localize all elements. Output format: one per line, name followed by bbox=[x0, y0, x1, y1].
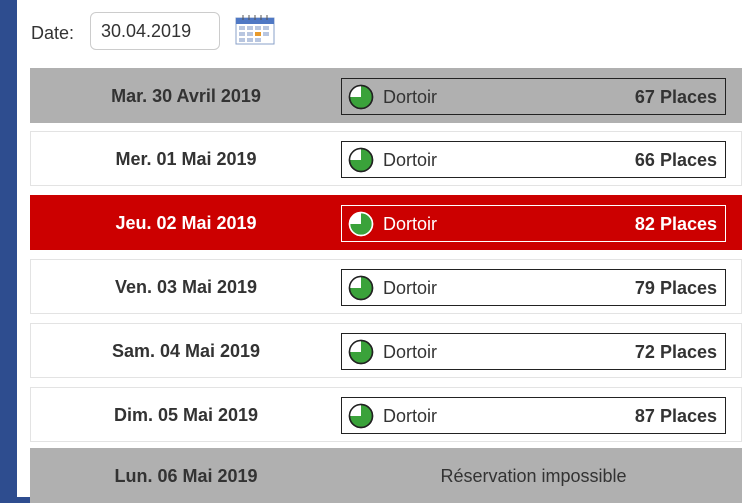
availability-row[interactable]: Mar. 30 Avril 2019 Dortoir 67 Places bbox=[30, 68, 742, 123]
row-date: Dim. 05 Mai 2019 bbox=[113, 405, 259, 425]
dortoir-option-button[interactable]: Dortoir 72 Places bbox=[341, 333, 726, 370]
availability-pie-icon bbox=[348, 275, 374, 301]
availability-row[interactable]: Dim. 05 Mai 2019 Dortoir 87 Places bbox=[30, 387, 742, 442]
availability-pie-icon bbox=[348, 147, 374, 173]
row-date: Mer. 01 Mai 2019 bbox=[115, 149, 257, 169]
dortoir-option-button[interactable]: Dortoir 87 Places bbox=[341, 397, 726, 434]
row-date: Ven. 03 Mai 2019 bbox=[114, 277, 258, 297]
places-count: 66 Places bbox=[634, 150, 717, 170]
row-date: Jeu. 02 Mai 2019 bbox=[115, 213, 257, 233]
places-count: 82 Places bbox=[634, 214, 717, 234]
room-type-label: Dortoir bbox=[383, 342, 438, 362]
availability-pie-icon bbox=[348, 339, 374, 365]
date-input[interactable]: 30.04.2019 bbox=[90, 12, 220, 50]
dortoir-option-button[interactable]: Dortoir 79 Places bbox=[341, 269, 726, 306]
availability-row[interactable]: Mer. 01 Mai 2019 Dortoir 66 Places bbox=[30, 131, 742, 186]
room-type-label: Dortoir bbox=[383, 150, 438, 170]
dortoir-option-button[interactable]: Dortoir 67 Places bbox=[341, 78, 726, 115]
room-type-label: Dortoir bbox=[383, 214, 438, 234]
dortoir-option-button[interactable]: Dortoir 66 Places bbox=[341, 141, 726, 178]
booking-panel: Date: 30.04.2019 Mar. 30 Avril 2019 Dort… bbox=[17, 0, 742, 503]
places-count: 79 Places bbox=[634, 278, 717, 298]
row-date: Mar. 30 Avril 2019 bbox=[111, 86, 261, 106]
calendar-icon[interactable] bbox=[235, 15, 275, 45]
availability-row[interactable]: Jeu. 02 Mai 2019 Dortoir 82 Places bbox=[30, 195, 742, 250]
dortoir-option-button[interactable]: Dortoir 82 Places bbox=[341, 205, 726, 242]
places-count: 87 Places bbox=[634, 406, 717, 426]
availability-pie-icon bbox=[348, 84, 374, 110]
availability-row[interactable]: Ven. 03 Mai 2019 Dortoir 79 Places bbox=[30, 259, 742, 314]
room-type-label: Dortoir bbox=[383, 406, 438, 426]
date-label: Date: bbox=[31, 23, 75, 43]
room-type-label: Dortoir bbox=[383, 87, 438, 107]
availability-row[interactable]: Lun. 06 Mai 2019 Réservation impossible bbox=[30, 448, 742, 503]
places-count: 67 Places bbox=[634, 87, 717, 107]
room-type-label: Dortoir bbox=[383, 278, 438, 298]
places-count: 72 Places bbox=[634, 342, 717, 362]
reservation-impossible-text: Réservation impossible bbox=[440, 466, 627, 486]
availability-pie-icon bbox=[348, 211, 374, 237]
availability-pie-icon bbox=[348, 403, 374, 429]
row-date: Sam. 04 Mai 2019 bbox=[111, 341, 261, 361]
availability-row[interactable]: Sam. 04 Mai 2019 Dortoir 72 Places bbox=[30, 323, 742, 378]
row-date: Lun. 06 Mai 2019 bbox=[114, 466, 258, 486]
date-picker-bar: Date: 30.04.2019 bbox=[17, 12, 742, 52]
